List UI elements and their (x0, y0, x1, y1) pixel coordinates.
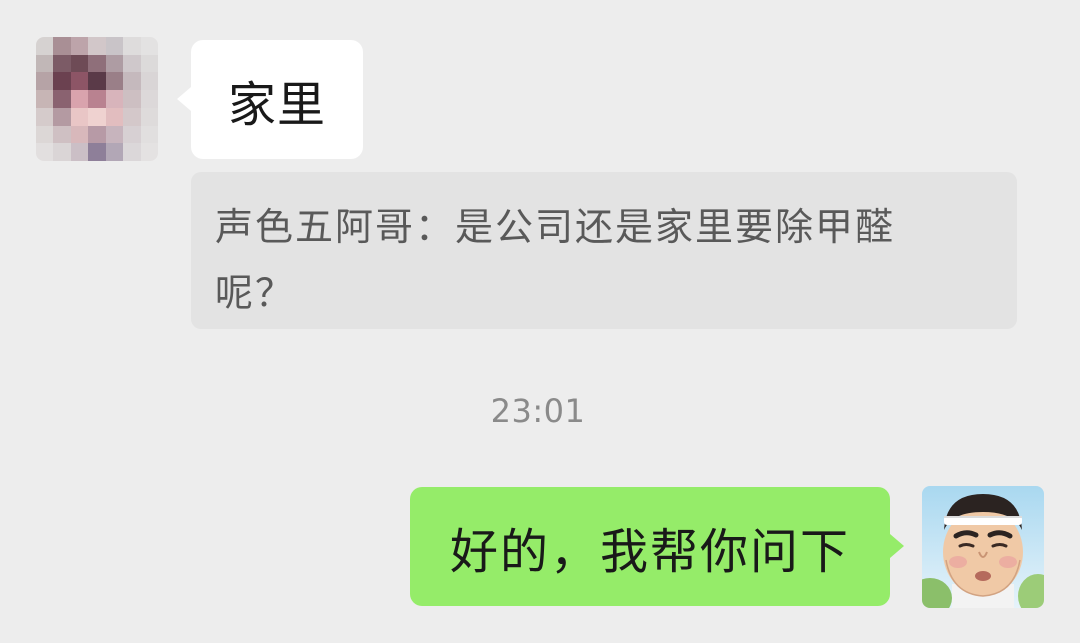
avatar-pixel (70, 90, 89, 108)
avatar-pixel (123, 37, 141, 55)
avatar-pixel (53, 107, 71, 126)
avatar-pixel (88, 54, 106, 73)
avatar-pixel (88, 72, 106, 91)
quoted-message-text: 声色五阿哥：是公司还是家里要除甲醛呢？ (215, 205, 896, 315)
avatar-pixel (123, 143, 141, 161)
cartoon-face-icon (922, 486, 1044, 608)
user-avatar[interactable] (922, 486, 1044, 608)
avatar-pixel (105, 72, 124, 91)
avatar-pixel (88, 125, 106, 144)
avatar-pixel (53, 37, 71, 55)
avatar-pixel (140, 37, 158, 55)
avatar-pixel (105, 143, 124, 161)
outgoing-message-text: 好的，我帮你问下 (449, 523, 850, 580)
avatar-pixel (140, 125, 158, 144)
avatar-pixel (70, 125, 89, 144)
avatar-pixel (36, 143, 54, 161)
avatar-pixel (70, 143, 89, 161)
avatar-pixel (140, 90, 158, 108)
avatar-pixel (36, 125, 54, 144)
avatar-pixel (140, 107, 158, 126)
avatar-pixel (105, 54, 124, 73)
avatar-pixel (53, 54, 71, 73)
avatar-pixel (105, 125, 124, 144)
avatar-pixel (123, 72, 141, 91)
message-timestamp: 23:01 (490, 392, 586, 430)
incoming-message-text: 家里 (227, 76, 326, 133)
avatar-pixel (140, 54, 158, 73)
outgoing-message-bubble[interactable]: 好的，我帮你问下 (410, 487, 904, 606)
quoted-message[interactable]: 声色五阿哥：是公司还是家里要除甲醛呢？ (191, 172, 1017, 329)
avatar-pixel (36, 90, 54, 108)
avatar-pixel (123, 107, 141, 126)
incoming-message-bubble[interactable]: 家里 (177, 40, 363, 159)
avatar-pixel (36, 37, 54, 55)
avatar-pixel (53, 72, 71, 91)
avatar-pixel (140, 72, 158, 91)
avatar-pixel (105, 107, 124, 126)
avatar-pixel (88, 107, 106, 126)
avatar-pixel (88, 90, 106, 108)
avatar-pixel (70, 54, 89, 73)
avatar-pixel (53, 125, 71, 144)
avatar-pixel (36, 54, 54, 73)
avatar-pixel (36, 107, 54, 126)
avatar-pixel (105, 37, 124, 55)
avatar-pixel (53, 90, 71, 108)
avatar-pixel (70, 107, 89, 126)
avatar-pixel (140, 143, 158, 161)
avatar-pixel (123, 125, 141, 144)
avatar-pixel (36, 72, 54, 91)
avatar-pixel (123, 90, 141, 108)
avatar-pixel (53, 143, 71, 161)
avatar-pixel (123, 54, 141, 73)
contact-avatar[interactable] (36, 37, 158, 161)
avatar-pixel (70, 72, 89, 91)
avatar-pixel (70, 37, 89, 55)
avatar-pixel (88, 143, 106, 161)
avatar-pixel (88, 37, 106, 55)
avatar-pixel (105, 90, 124, 108)
